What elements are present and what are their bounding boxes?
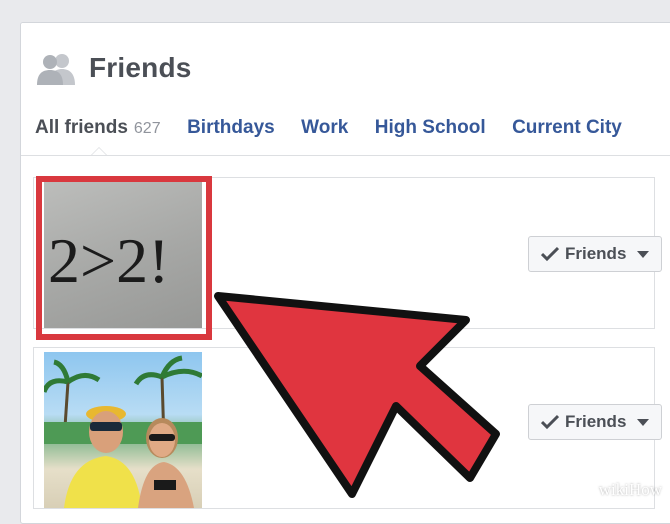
couple-selfie-image [44,355,202,508]
tab-all-friends-label: All friends [35,117,128,138]
friends-icon [37,54,75,85]
friend-photo[interactable] [44,352,202,508]
tab-current-city[interactable]: Current City [512,117,622,139]
checkmark-icon [541,414,559,430]
highlight-box [36,176,212,340]
tab-birthdays[interactable]: Birthdays [187,117,275,139]
friends-tabs: All friends 627 Birthdays Work High Schoo… [35,117,644,145]
tab-work[interactable]: Work [301,117,348,139]
friend-photo[interactable]: 2>2! [36,176,212,340]
friends-card: Friends All friends 627 Birthdays Work Hi… [20,22,670,524]
friends-button-label: Friends [565,244,627,263]
page-title: Friends [89,52,192,83]
wikihow-watermark: wikiHow [598,480,662,499]
friends-header: Friends All friends 627 Birthdays Work Hi… [21,23,670,156]
active-tab-indicator [91,147,107,155]
friend-row: 2>2! Friends [33,176,662,340]
checkmark-icon [541,246,559,262]
caret-down-icon [637,251,649,258]
caret-down-icon [637,419,649,426]
friends-button-label: Friends [565,412,627,431]
friends-count: 627 [133,120,161,137]
tab-high-school[interactable]: High School [375,117,486,139]
tab-all-friends[interactable]: All friends 627 [35,117,161,139]
friends-button[interactable]: Friends [528,236,662,272]
friends-button[interactable]: Friends [528,404,662,440]
friend-row: Friends [33,347,662,509]
